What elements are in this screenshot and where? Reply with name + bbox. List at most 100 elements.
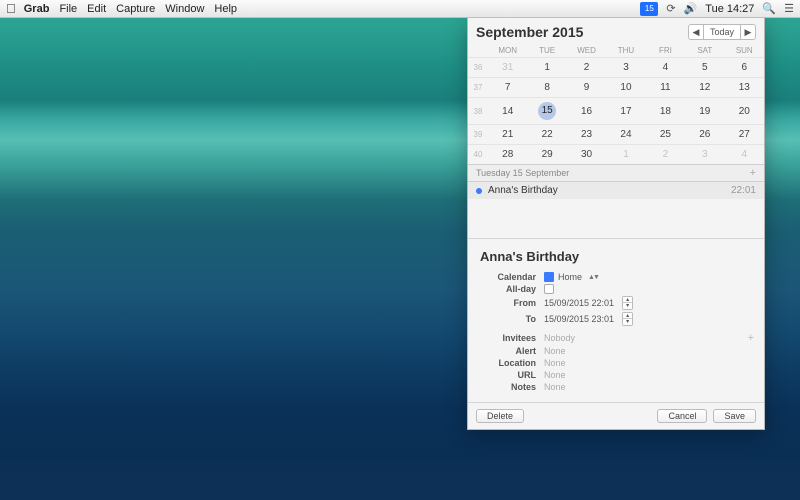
day-cell[interactable]: 22: [527, 125, 566, 145]
calendar-select[interactable]: Home ▲▼: [544, 272, 598, 282]
day-cell[interactable]: 26: [685, 125, 724, 145]
day-cell[interactable]: 29: [527, 145, 566, 165]
notes-field[interactable]: None: [544, 382, 566, 392]
clock[interactable]: Tue 14:27: [705, 3, 754, 15]
from-stepper[interactable]: ▴▾: [622, 296, 633, 310]
day-cell[interactable]: 3: [606, 58, 645, 78]
volume-icon[interactable]: 🔊: [684, 2, 698, 15]
weekday-header: TUE: [527, 44, 566, 58]
day-cell[interactable]: 2: [646, 145, 685, 165]
day-cell[interactable]: 11: [646, 78, 685, 98]
calendar-menulet-icon[interactable]: 15: [640, 2, 658, 16]
day-cell[interactable]: 31: [488, 58, 527, 78]
detail-footer: Delete Cancel Save: [468, 402, 764, 429]
today-button[interactable]: Today: [704, 24, 740, 40]
spotlight-icon[interactable]: 🔍: [762, 2, 776, 15]
weekday-header: SAT: [685, 44, 724, 58]
label-allday: All-day: [478, 284, 536, 294]
day-cell[interactable]: 7: [488, 78, 527, 98]
app-name[interactable]: Grab: [24, 3, 50, 15]
day-cell[interactable]: 27: [725, 125, 764, 145]
day-cell[interactable]: 1: [527, 58, 566, 78]
day-cell[interactable]: 10: [606, 78, 645, 98]
day-cell[interactable]: 17: [606, 98, 645, 125]
label-from: From: [478, 298, 536, 308]
to-stepper[interactable]: ▴▾: [622, 312, 633, 326]
day-cell[interactable]: 28: [488, 145, 527, 165]
invitees-field[interactable]: Nobody: [544, 333, 575, 343]
day-cell[interactable]: 1: [606, 145, 645, 165]
day-cell[interactable]: 14: [488, 98, 527, 125]
calendar-panel: September 2015 ◀ Today ▶ MONTUEWEDTHUFRI…: [467, 18, 765, 430]
from-field[interactable]: 15/09/2015 22:01 ▴▾: [544, 296, 633, 310]
menu-file[interactable]: File: [59, 3, 77, 15]
alert-field[interactable]: None: [544, 346, 566, 356]
day-cell[interactable]: 13: [725, 78, 764, 98]
month-nav: ◀ Today ▶: [688, 24, 756, 40]
event-list-empty: [468, 199, 764, 239]
label-location: Location: [478, 358, 536, 368]
location-field[interactable]: None: [544, 358, 566, 368]
weekday-header: WED: [567, 44, 606, 58]
url-field[interactable]: None: [544, 370, 566, 380]
month-title: September 2015: [476, 24, 688, 40]
cancel-button[interactable]: Cancel: [657, 409, 707, 423]
to-field[interactable]: 15/09/2015 23:01 ▴▾: [544, 312, 633, 326]
weekday-header: SUN: [725, 44, 764, 58]
week-number: 37: [468, 78, 488, 98]
menu-window[interactable]: Window: [165, 3, 204, 15]
calendar-color-swatch: [544, 272, 554, 282]
allday-checkbox[interactable]: [544, 284, 554, 294]
event-detail: Anna's Birthday Calendar Home ▲▼ All-day…: [468, 239, 764, 402]
day-cell[interactable]: 30: [567, 145, 606, 165]
apple-menu-icon[interactable]: : [6, 1, 16, 16]
day-cell[interactable]: 18: [646, 98, 685, 125]
prev-month-button[interactable]: ◀: [688, 24, 704, 40]
chevron-updown-icon: ▲▼: [588, 274, 598, 281]
timemachine-icon[interactable]: ⟳: [666, 2, 675, 15]
add-invitee-button[interactable]: +: [748, 332, 754, 344]
save-button[interactable]: Save: [713, 409, 756, 423]
detail-title[interactable]: Anna's Birthday: [480, 249, 754, 264]
weekday-header: THU: [606, 44, 645, 58]
label-to: To: [478, 314, 536, 324]
day-cell[interactable]: 15: [527, 98, 566, 125]
day-cell[interactable]: 23: [567, 125, 606, 145]
day-cell[interactable]: 16: [567, 98, 606, 125]
day-cell[interactable]: 5: [685, 58, 724, 78]
notification-center-icon[interactable]: ☰: [784, 2, 794, 15]
week-number: 40: [468, 145, 488, 165]
label-alert: Alert: [478, 346, 536, 356]
day-header: Tuesday 15 September +: [468, 164, 764, 182]
weekday-header: FRI: [646, 44, 685, 58]
menu-help[interactable]: Help: [214, 3, 237, 15]
day-cell[interactable]: 4: [646, 58, 685, 78]
day-cell[interactable]: 4: [725, 145, 764, 165]
event-color-dot: [476, 188, 482, 194]
day-cell[interactable]: 3: [685, 145, 724, 165]
day-cell[interactable]: 8: [527, 78, 566, 98]
menu-edit[interactable]: Edit: [87, 3, 106, 15]
next-month-button[interactable]: ▶: [740, 24, 756, 40]
day-cell[interactable]: 6: [725, 58, 764, 78]
day-cell[interactable]: 20: [725, 98, 764, 125]
event-time: 22:01: [731, 185, 756, 196]
day-cell[interactable]: 25: [646, 125, 685, 145]
day-cell[interactable]: 24: [606, 125, 645, 145]
add-event-button[interactable]: +: [750, 167, 756, 179]
label-calendar: Calendar: [478, 272, 536, 282]
menu-capture[interactable]: Capture: [116, 3, 155, 15]
week-number: 36: [468, 58, 488, 78]
day-cell[interactable]: 21: [488, 125, 527, 145]
day-cell[interactable]: 2: [567, 58, 606, 78]
delete-button[interactable]: Delete: [476, 409, 524, 423]
event-row[interactable]: Anna's Birthday 22:01: [468, 182, 764, 199]
day-cell[interactable]: 19: [685, 98, 724, 125]
day-header-label: Tuesday 15 September: [476, 168, 569, 178]
day-cell[interactable]: 9: [567, 78, 606, 98]
calendar-grid: MONTUEWEDTHUFRISATSUN 363112345637789101…: [468, 44, 764, 164]
week-number: 38: [468, 98, 488, 125]
week-number: 39: [468, 125, 488, 145]
menubar:  Grab File Edit Capture Window Help 15 …: [0, 0, 800, 18]
day-cell[interactable]: 12: [685, 78, 724, 98]
